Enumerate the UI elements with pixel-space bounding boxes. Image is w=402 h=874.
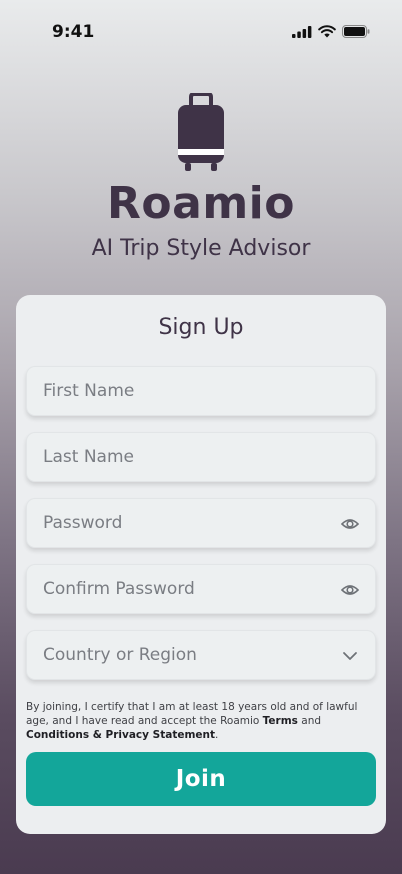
country-select[interactable]: Country or Region: [26, 630, 376, 680]
legal-disclaimer: By joining, I certify that I am at least…: [26, 700, 366, 742]
eye-icon[interactable]: [341, 516, 359, 532]
legal-text-middle: and: [297, 715, 322, 727]
signup-card: Sign Up Country or Region By joining, I …: [16, 295, 386, 834]
status-icons: [292, 25, 370, 38]
app-tagline: AI Trip Style Advisor: [91, 236, 311, 261]
confirm-password-field-wrapper: [26, 564, 376, 614]
confirm-password-input[interactable]: [27, 565, 375, 613]
legal-text-end: .: [215, 729, 219, 741]
conditions-privacy-link[interactable]: Conditions & Privacy Statement: [26, 729, 215, 741]
first-name-field-wrapper: [26, 366, 376, 416]
join-button[interactable]: Join: [26, 752, 376, 806]
password-field-wrapper: [26, 498, 376, 548]
battery-icon: [342, 25, 370, 38]
eye-icon[interactable]: [341, 582, 359, 598]
last-name-field-wrapper: [26, 432, 376, 482]
terms-link[interactable]: Terms: [263, 715, 298, 727]
country-select-placeholder: Country or Region: [43, 645, 197, 665]
last-name-input[interactable]: [27, 433, 375, 481]
suitcase-icon: [178, 93, 224, 171]
signup-title: Sign Up: [158, 315, 244, 340]
chevron-down-icon: [343, 652, 357, 660]
cellular-signal-icon: [292, 25, 312, 38]
app-name: Roamio: [107, 178, 295, 229]
status-bar: 9:41: [0, 0, 402, 54]
first-name-input[interactable]: [27, 367, 375, 415]
wifi-icon: [318, 25, 336, 38]
status-time: 9:41: [52, 22, 95, 42]
password-input[interactable]: [27, 499, 375, 547]
